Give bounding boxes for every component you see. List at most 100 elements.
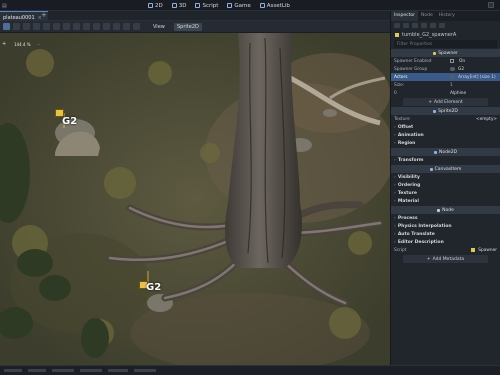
group-material[interactable]: › Material (391, 197, 500, 205)
mode-assetlib-button[interactable]: AssetLib (259, 1, 290, 10)
mode-2d-button[interactable]: 2D (148, 1, 163, 10)
select-tool-icon[interactable] (3, 23, 10, 30)
group-texture[interactable]: › Texture (391, 189, 500, 197)
group-process[interactable]: › Process (391, 214, 500, 222)
group-label: Editor Description (397, 239, 444, 245)
rotate-tool-icon[interactable] (23, 23, 30, 30)
snap-icon[interactable] (83, 23, 90, 30)
list-select-icon[interactable] (43, 23, 50, 30)
save-icon[interactable] (412, 23, 418, 28)
view-menu[interactable]: View (153, 24, 165, 30)
array-size-row[interactable]: Size: 1 (391, 81, 500, 89)
more-icon[interactable] (133, 23, 140, 30)
section-node2d[interactable]: Node2D (391, 148, 500, 156)
section-canvasitem[interactable]: CanvasItem (391, 165, 500, 173)
tab-inspector[interactable]: Inspector (391, 11, 418, 21)
history-icon[interactable] (439, 23, 445, 28)
section-sprite2d[interactable]: Sprite2D (391, 107, 500, 115)
group-region[interactable]: › Region (391, 139, 500, 147)
group-label: Animation (397, 132, 424, 138)
group-animation[interactable]: › Animation (391, 131, 500, 139)
mode-3d-button[interactable]: 3D (171, 1, 186, 10)
array-item-row[interactable]: 0 Alphine (391, 89, 500, 97)
group-transform[interactable]: › Transform (391, 156, 500, 164)
open-icon[interactable] (403, 23, 409, 28)
grid-icon[interactable] (93, 23, 100, 30)
renderer-icon[interactable] (488, 2, 494, 8)
shader-tab[interactable] (108, 369, 128, 372)
back-icon[interactable] (421, 23, 427, 28)
animation-tab[interactable] (80, 369, 102, 372)
chevron-right-icon: › (394, 239, 396, 245)
section-spawner[interactable]: Spawner (391, 49, 500, 57)
scale-tool-icon[interactable] (33, 23, 40, 30)
section-node[interactable]: Node (391, 206, 500, 214)
group-physics-interpolation[interactable]: › Physics Interpolation (391, 222, 500, 230)
group-ordering[interactable]: › Ordering (391, 181, 500, 189)
tilemap-tab[interactable] (134, 369, 156, 372)
move-tool-icon[interactable] (13, 23, 20, 30)
group-visibility[interactable]: › Visibility (391, 173, 500, 181)
audio-tab[interactable] (52, 369, 74, 372)
tab-history[interactable]: History (436, 11, 458, 21)
item-value[interactable]: Alphine (450, 91, 466, 96)
group-label: Process (397, 215, 418, 221)
sprite2d-menu[interactable]: Sprite2D (174, 23, 202, 31)
prop-actors[interactable]: Actors Array[int] (size 1) (391, 73, 500, 81)
chevron-right-icon: › (394, 132, 396, 138)
add-metadata-button[interactable]: + Add Metadata (403, 255, 488, 263)
2d-icon (148, 3, 153, 8)
prop-value: On (459, 58, 466, 64)
node-path[interactable]: tumble_G2_spawnerA (391, 30, 500, 39)
group-offset[interactable]: › Offset (391, 123, 500, 131)
zoom-in-button[interactable]: + (2, 41, 6, 47)
section-label: Node2D (438, 149, 458, 155)
spawner-b-label[interactable]: G2 (146, 282, 161, 293)
reset-icon[interactable] (450, 75, 455, 79)
prop-label: Script (394, 247, 407, 253)
prop-label: Texture (394, 116, 410, 122)
top-bar: ▤ 2D 3D Script Game AssetLib (0, 0, 500, 11)
output-tab[interactable] (4, 369, 22, 372)
size-value[interactable]: 1 (450, 83, 453, 88)
pan-tool-icon[interactable] (63, 23, 70, 30)
group-auto-translate[interactable]: › Auto Translate (391, 230, 500, 238)
item-index: 0 (394, 90, 397, 96)
inspector-tabs: Inspector Node History (391, 11, 500, 21)
reset-icon[interactable] (450, 67, 455, 71)
forward-icon[interactable] (430, 23, 436, 28)
mode-script-button[interactable]: Script (195, 1, 218, 10)
add-element-button[interactable]: + Add Element (403, 98, 488, 106)
zoom-out-button[interactable]: - (38, 42, 39, 47)
prop-script[interactable]: Script Spawner (391, 246, 500, 254)
prop-value[interactable]: Spawner (478, 248, 497, 253)
tab-node[interactable]: Node (418, 11, 436, 21)
checkbox-icon[interactable] (450, 59, 454, 63)
zoom-level[interactable]: 144.4 % (14, 42, 31, 47)
pivot-tool-icon[interactable] (53, 23, 60, 30)
ruler-tool-icon[interactable] (73, 23, 80, 30)
script-icon (433, 51, 437, 55)
group-editor-description[interactable]: › Editor Description (391, 238, 500, 246)
canvas-viewport[interactable]: + 144.4 % - G2 G2 (0, 33, 390, 365)
chevron-right-icon: › (394, 140, 396, 146)
tool-group (3, 23, 140, 30)
prop-texture[interactable]: Texture <empty> (391, 115, 500, 123)
group-icon[interactable] (113, 23, 120, 30)
add-tab-button[interactable]: + (41, 12, 47, 19)
new-resource-icon[interactable] (394, 23, 400, 28)
chevron-right-icon: › (394, 223, 396, 229)
bone-icon[interactable] (123, 23, 130, 30)
spawner-a-label[interactable]: G2 (62, 116, 77, 127)
filter-properties-input[interactable]: Filter Properties (394, 40, 497, 48)
add-icon: + (426, 256, 431, 262)
chevron-right-icon: › (394, 198, 396, 204)
mode-game-button[interactable]: Game (227, 1, 251, 10)
menu-icon[interactable]: ▤ (2, 3, 7, 9)
prop-spawner-group[interactable]: Spawner Group G2 (391, 65, 500, 73)
prop-spawner-enabled[interactable]: Spawner Enabled On (391, 57, 500, 65)
prop-value[interactable]: <empty> (450, 117, 497, 122)
chevron-right-icon: › (394, 182, 396, 188)
debugger-tab[interactable] (28, 369, 46, 372)
lock-icon[interactable] (103, 23, 110, 30)
